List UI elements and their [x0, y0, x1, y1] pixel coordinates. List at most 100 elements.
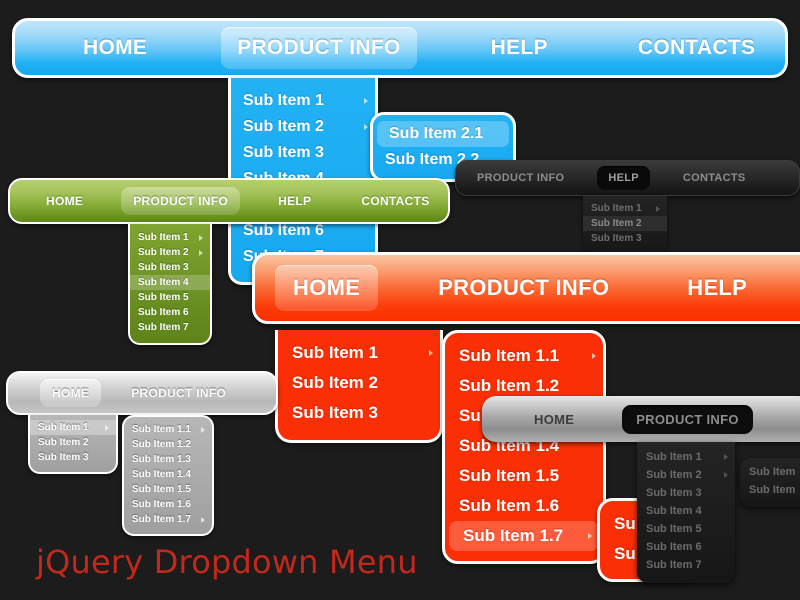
dropdown-item-label: Sub Item 1.6 — [132, 499, 191, 510]
dropdown-item[interactable]: Sub Item 3 — [130, 260, 210, 275]
dropdown-item-label: Sub Item 2 — [138, 247, 189, 258]
dropdown-item[interactable]: Sub Item 1.5 — [445, 461, 603, 491]
menu-item-product-info[interactable]: PRODUCT INFO — [119, 379, 238, 407]
dropdown-item-label: Sub Item 2 — [591, 218, 642, 229]
dropdown-item[interactable]: Sub Item 1 — [30, 420, 116, 435]
menu-item-home[interactable]: HOME — [275, 265, 379, 311]
dropdown-item[interactable]: Sub Item 1 — [583, 201, 667, 216]
menu-item-label: HOME — [46, 194, 84, 208]
green-menu-bar: HOME PRODUCT INFO HELP CONTACTS — [8, 178, 450, 224]
menu-item-home[interactable]: HOME — [520, 405, 588, 434]
dropdown-item-label: Sub Item — [749, 484, 796, 496]
dropdown-item[interactable]: Sub Item 2 — [231, 114, 375, 140]
menu-item-label: PRODUCT INFO — [477, 172, 565, 184]
dropdown-item[interactable]: Sub Item 3 — [637, 484, 735, 502]
dropdown-item-label: Sub Item 3 — [292, 403, 378, 422]
dropdown-item[interactable]: Sub Item — [740, 463, 800, 481]
menu-item-help[interactable]: HELP — [597, 166, 650, 190]
dropdown-item[interactable]: Sub Item 3 — [231, 140, 375, 166]
dropdown-item[interactable]: Sub Item 1 — [278, 338, 440, 368]
dropdown-item-label: Sub Item 5 — [646, 523, 702, 535]
dropdown-item[interactable]: Sub Item 2 — [130, 245, 210, 260]
dropdown-item-label: Sub Item 7 — [138, 322, 189, 333]
dropdown-item[interactable]: Sub Item 6 — [130, 305, 210, 320]
dropdown-item[interactable]: Sub Item 7 — [637, 556, 735, 574]
dropdown-item[interactable]: Sub Item 1.3 — [124, 452, 212, 467]
dropdown-item[interactable]: Sub Item 2 — [637, 466, 735, 484]
chevron-right-icon — [724, 472, 728, 478]
menu-item-label: CONTACTS — [637, 36, 756, 59]
dropdown-item[interactable]: Sub Item 2 — [30, 435, 116, 450]
dropdown-item[interactable]: Sub Item 5 — [637, 520, 735, 538]
dropdown-item[interactable]: Sub Item 7 — [130, 320, 210, 335]
dropdown-item-label: Sub Item 1.1 — [132, 424, 191, 435]
dropdown-item[interactable]: Sub Item 1.7 — [124, 512, 212, 527]
dropdown-item[interactable]: Sub Item 3 — [278, 398, 440, 428]
silver-submenu-panel: Sub Item 1.1 Sub Item 1.2 Sub Item 1.3 Sub … — [122, 415, 214, 536]
dropdown-item[interactable]: Sub Item 3 — [30, 450, 116, 465]
dropdown-item[interactable]: Sub Item 6 — [637, 538, 735, 556]
menu-item-contacts[interactable]: CONTACTS — [622, 27, 772, 69]
menu-item-contacts[interactable]: CONTACTS — [349, 187, 441, 215]
silver-dropdown-panel: Sub Item 1 Sub Item 2 Sub Item 3 — [28, 415, 118, 474]
dropdown-item-label: Sub Item 4 — [138, 277, 189, 288]
menu-item-help[interactable]: HELP — [475, 27, 564, 69]
menu-item-label: PRODUCT INFO — [131, 386, 227, 400]
menu-item-label: PRODUCT INFO — [636, 411, 739, 427]
menu-item-product-info[interactable]: PRODUCT INFO — [221, 27, 417, 69]
dropdown-item[interactable]: Sub Item 1 — [231, 88, 375, 114]
dropdown-item-label: Sub Item 3 — [138, 262, 189, 273]
red-dropdown-panel: Sub Item 1 Sub Item 2 Sub Item 3 — [275, 330, 443, 443]
dropdown-item[interactable]: Sub Item 2.1 — [377, 121, 509, 147]
dropdown-item-label: Sub Item 6 — [138, 307, 189, 318]
menu-item-help[interactable]: HELP — [669, 265, 765, 311]
dropdown-item[interactable]: Sub Item 2 — [583, 216, 667, 231]
dropdown-item-label: Sub Item 2 — [292, 373, 378, 392]
chevron-right-icon — [656, 205, 660, 212]
menu-item-product-info[interactable]: PRODUCT INFO — [121, 187, 241, 215]
dropdown-item[interactable]: Sub Item 1.6 — [124, 497, 212, 512]
dropdown-item[interactable]: Sub Item 1.7 — [449, 521, 599, 551]
menu-item-product-info[interactable]: PRODUCT INFO — [622, 404, 753, 434]
dropdown-item[interactable]: Sub Item 1.1 — [445, 341, 603, 371]
menu-item-product-info[interactable]: PRODUCT INFO — [420, 265, 627, 311]
chevron-right-icon — [724, 454, 728, 460]
dropdown-item-label: Sub Item 1 — [646, 451, 702, 463]
dropdown-item[interactable]: Sub Item 5 — [130, 290, 210, 305]
menu-item-label: HELP — [687, 275, 748, 300]
menu-item-label: HOME — [83, 36, 148, 59]
dropdown-item[interactable]: Sub Item 1.5 — [124, 482, 212, 497]
menu-item-home[interactable]: HOME — [34, 187, 95, 215]
menu-item-label: HOME — [534, 411, 575, 427]
dropdown-item[interactable]: Sub Item — [740, 481, 800, 499]
chevron-right-icon — [364, 124, 368, 130]
dropdown-item[interactable]: Sub Item 1.6 — [445, 491, 603, 521]
menu-showcase-canvas: HOME PRODUCT INFO HELP CONTACTS Sub Item 1S… — [0, 0, 800, 600]
dropdown-item[interactable]: Sub Item 4 — [637, 502, 735, 520]
dropdown-item[interactable]: Sub Item 2 — [278, 368, 440, 398]
menu-item-label: PRODUCT INFO — [438, 275, 610, 300]
dropdown-item[interactable]: Sub Item 1.2 — [124, 437, 212, 452]
menu-item-label: PRODUCT INFO — [133, 194, 229, 208]
menu-item-help[interactable]: HELP — [266, 187, 323, 215]
chevron-right-icon — [201, 426, 205, 433]
dropdown-item-label: Sub Item 2 — [38, 437, 89, 448]
menu-item-product-info[interactable]: PRODUCT INFO — [466, 166, 575, 190]
dropdown-item-label: Sub Item 4 — [646, 505, 702, 517]
menu-item-label: CONTACTS — [361, 194, 430, 208]
dropdown-item[interactable]: Sub Item 1 — [637, 448, 735, 466]
menu-item-contacts[interactable]: CONTACTS — [672, 166, 757, 190]
dropdown-item-label: Sub Item 1.3 — [132, 454, 191, 465]
dropdown-item[interactable]: Sub Item 3 — [583, 231, 667, 246]
dropdown-item[interactable]: Sub Item 1 — [130, 230, 210, 245]
dropdown-item[interactable]: Sub Item 1.1 — [124, 422, 212, 437]
menu-item-home[interactable]: HOME — [67, 27, 163, 69]
dropdown-item[interactable]: Sub Item 4 — [130, 275, 210, 290]
dropdown-item[interactable]: Sub Item 1.4 — [124, 467, 212, 482]
menu-item-home[interactable]: HOME — [40, 379, 102, 407]
dropdown-item-label: Sub Item 6 — [646, 541, 702, 553]
chrome-submenu-panel: Sub Item Sub Item — [740, 458, 800, 507]
dropdown-item-label: Sub Item 1.6 — [459, 496, 560, 515]
dropdown-item-label: Sub Item 1 — [243, 92, 324, 109]
dropdown-item-label: Sub Item 1 — [591, 203, 642, 214]
